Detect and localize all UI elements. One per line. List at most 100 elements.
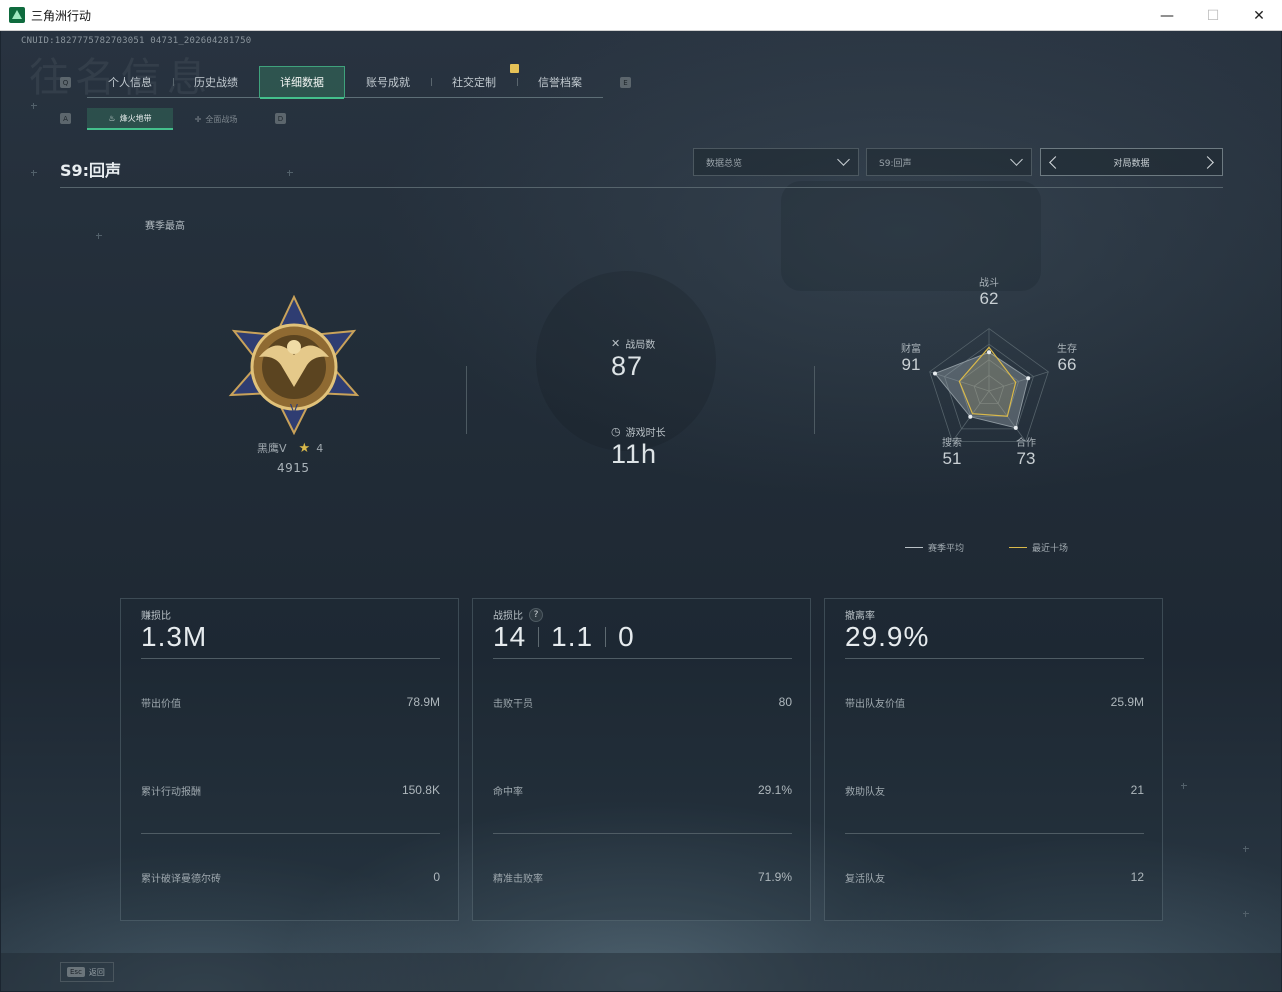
radar-label-coop: 合作 bbox=[1016, 438, 1036, 449]
decor-cross bbox=[96, 233, 102, 239]
playtime-label: ◷ 游戏时长 bbox=[611, 425, 666, 439]
star-icon: ★ bbox=[298, 440, 311, 456]
crosshair-icon: ✛ bbox=[194, 114, 202, 124]
card-title: 战损比 ? bbox=[493, 607, 543, 622]
tab-history[interactable]: 历史战绩 bbox=[173, 66, 259, 98]
card-divider bbox=[493, 833, 792, 834]
ability-radar-chart bbox=[929, 328, 1049, 442]
maximize-button[interactable]: ☐ bbox=[1190, 0, 1236, 31]
close-button[interactable]: ✕ bbox=[1236, 0, 1282, 31]
deaths-value: 0 bbox=[618, 621, 635, 652]
prev-arrow-icon[interactable] bbox=[1049, 156, 1062, 169]
match-data-pager: 对局数据 bbox=[1040, 148, 1223, 176]
profit-ratio-value: 1.3M bbox=[141, 621, 208, 652]
radar-value-combat: 62 bbox=[979, 289, 999, 308]
window-titlebar: 三角洲行动 — ☐ ✕ bbox=[0, 0, 1282, 31]
legend-swatch-recent bbox=[1009, 546, 1027, 549]
radar-label-wealth: 财富 bbox=[901, 344, 921, 355]
decor-cross bbox=[31, 103, 37, 109]
chevron-down-icon bbox=[1010, 153, 1023, 166]
player-uid: CNUID:1827775782703051 04731_20260428175… bbox=[21, 36, 252, 46]
flame-icon: ♨ bbox=[108, 113, 116, 123]
radar-value-survival: 66 bbox=[1057, 355, 1077, 374]
card-divider bbox=[141, 658, 440, 659]
season-best-label: 赛季最高 bbox=[145, 221, 185, 232]
app-logo-icon bbox=[9, 7, 25, 23]
clock-icon: ◷ bbox=[611, 425, 621, 438]
tab-detailed-data[interactable]: 详细数据 bbox=[259, 66, 345, 99]
decor-cross bbox=[31, 170, 37, 176]
card-divider bbox=[845, 658, 1144, 659]
divider bbox=[466, 366, 467, 434]
playtime-value: 11h bbox=[611, 439, 658, 469]
legend-swatch-avg bbox=[905, 546, 923, 549]
stat-row: 命中率 29.1% bbox=[493, 783, 792, 798]
divider bbox=[605, 627, 607, 647]
divider bbox=[538, 627, 540, 647]
matches-label: ✕ 战局数 bbox=[611, 337, 656, 351]
notification-badge bbox=[510, 64, 519, 73]
radar-value-wealth: 91 bbox=[901, 355, 921, 374]
radar-point bbox=[1013, 425, 1018, 430]
legend-season-avg: 赛季平均 bbox=[905, 541, 964, 554]
stat-row: 累计行动报酬 150.8K bbox=[141, 783, 440, 798]
minimize-button[interactable]: — bbox=[1144, 0, 1190, 31]
legend-recent: 最近十场 bbox=[1009, 541, 1068, 554]
subtab-left-key[interactable]: A bbox=[60, 113, 71, 124]
radar-value-search: 51 bbox=[942, 449, 962, 468]
swords-icon: ✕ bbox=[611, 337, 621, 350]
card-divider bbox=[845, 833, 1144, 834]
radar-point bbox=[968, 414, 973, 419]
footer-bar bbox=[1, 953, 1281, 991]
radar-point bbox=[1026, 376, 1031, 381]
header-divider bbox=[60, 187, 1223, 188]
card-divider bbox=[141, 833, 440, 834]
stat-row: 带出价值 78.9M bbox=[141, 695, 440, 710]
subtab-warfare[interactable]: ✛ 全面战场 bbox=[173, 108, 259, 130]
extract-card: 撤离率 29.9% 带出队友价值 25.9M 救助队友 21 复活队友 12 bbox=[824, 598, 1163, 921]
stat-row: 复活队友 12 bbox=[845, 870, 1144, 885]
card-divider bbox=[493, 658, 792, 659]
radar-value-coop: 73 bbox=[1016, 449, 1036, 468]
stat-row: 击败干员 80 bbox=[493, 695, 792, 710]
tab-right-key[interactable]: E bbox=[620, 77, 631, 88]
kd-ratio-value: 1.1 bbox=[551, 621, 594, 652]
window-title: 三角洲行动 bbox=[31, 8, 92, 23]
tab-achievements[interactable]: 账号成就 bbox=[345, 66, 431, 98]
stat-row: 累计破译曼德尔砖 0 bbox=[141, 870, 440, 885]
help-icon[interactable]: ? bbox=[529, 607, 543, 622]
rank-stars: 4 bbox=[316, 441, 324, 455]
decor-cross bbox=[1243, 911, 1249, 917]
divider bbox=[814, 366, 815, 434]
matches-value: 87 bbox=[611, 351, 644, 381]
back-button[interactable]: Esc 返回 bbox=[60, 962, 114, 982]
decor-cross bbox=[1243, 846, 1249, 852]
decor-cross bbox=[287, 170, 293, 176]
tab-left-key[interactable]: Q bbox=[60, 77, 71, 88]
card-title: 赚损比 bbox=[141, 611, 171, 622]
rank-score: 4915 bbox=[277, 461, 310, 475]
chevron-down-icon bbox=[837, 153, 850, 166]
next-arrow-icon[interactable] bbox=[1201, 156, 1214, 169]
subtab-right-key[interactable]: D bbox=[275, 113, 286, 124]
tab-personal-info[interactable]: 个人信息 bbox=[87, 66, 173, 98]
mode-tabs: ♨ 烽火地带 ✛ 全面战场 bbox=[87, 108, 259, 130]
card-title: 撤离率 bbox=[845, 611, 875, 622]
esc-key: Esc bbox=[67, 967, 85, 977]
stat-row: 救助队友 21 bbox=[845, 783, 1144, 798]
kd-card: 战损比 ? 14 1.1 0 击败干员 80 命中率 29.1% 精准击败率 71.9… bbox=[472, 598, 811, 921]
tab-social[interactable]: 社交定制 bbox=[431, 66, 517, 98]
season-dropdown[interactable]: S9:回声 bbox=[866, 148, 1032, 176]
radar-label-combat: 战斗 bbox=[979, 278, 999, 289]
overview-dropdown[interactable]: 数据总览 bbox=[693, 148, 859, 176]
radar-point bbox=[932, 371, 937, 376]
main-tabs: 个人信息 历史战绩 详细数据 账号成就 社交定制 信誉档案 bbox=[87, 66, 603, 99]
game-view: 往名信息 CNUID:1827775782703051 04731_202604… bbox=[1, 31, 1281, 991]
kd-values: 14 1.1 0 bbox=[493, 621, 635, 653]
extract-rate-value: 29.9% bbox=[845, 621, 930, 652]
radar-label-search: 搜索 bbox=[942, 438, 962, 449]
season-title: S9:回声 bbox=[60, 161, 122, 180]
kills-value: 14 bbox=[493, 621, 527, 652]
tab-credit[interactable]: 信誉档案 bbox=[517, 66, 603, 98]
subtab-operations[interactable]: ♨ 烽火地带 bbox=[87, 108, 173, 130]
